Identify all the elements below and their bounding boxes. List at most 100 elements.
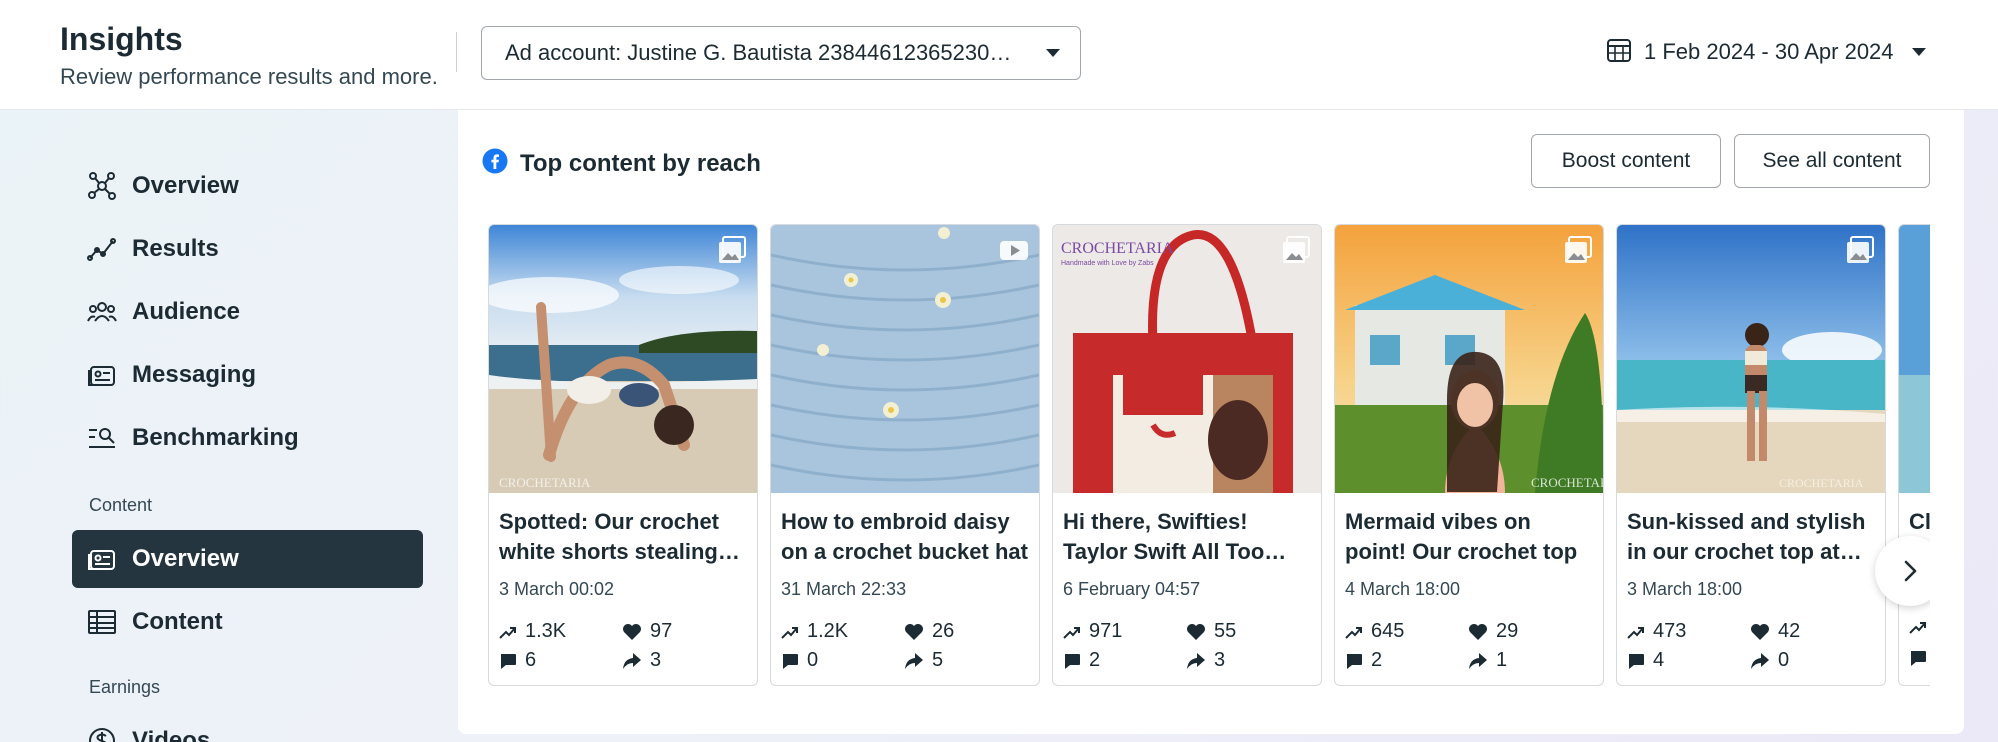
likes-value: 26 xyxy=(932,620,955,642)
post-thumbnail xyxy=(1899,225,1930,493)
sidebar-item-audience[interactable]: Audience xyxy=(72,283,423,341)
sidebar-item-label: Audience xyxy=(132,298,241,325)
post-card[interactable]: CROCHETARIA Spotted: Our crochet white s… xyxy=(488,224,758,686)
comment-icon xyxy=(783,653,798,669)
sidebar-item-results[interactable]: Results xyxy=(72,220,423,278)
card-title: Top content by reach xyxy=(520,149,761,177)
comment-icon xyxy=(1065,653,1080,669)
network-icon xyxy=(86,170,118,202)
post-date: 3 March 18:00 xyxy=(1627,579,1743,599)
sidebar-item-content[interactable]: Content xyxy=(72,593,423,651)
content-carousel: CROCHETARIA Spotted: Our crochet white s… xyxy=(488,224,1930,686)
content-overview-icon xyxy=(86,543,118,575)
share-icon xyxy=(905,652,923,669)
post-title: Hi there, Swifties! Taylor Swift All Too… xyxy=(1063,509,1265,564)
trend-line-icon xyxy=(86,233,118,265)
header-divider xyxy=(456,32,457,72)
reach-metric xyxy=(1909,620,1930,634)
sidebar-item-label: Overview xyxy=(132,172,239,199)
comments-value: 0 xyxy=(807,649,819,671)
comments-value: 2 xyxy=(1089,649,1101,671)
likes-metric: 26 xyxy=(904,620,954,643)
shares-value: 3 xyxy=(650,649,662,671)
post-thumbnail: CROCHETARIA xyxy=(1335,225,1603,493)
section-label-earnings: Earnings xyxy=(89,677,161,697)
sidebar-item-videos[interactable]: Videos xyxy=(72,712,423,742)
top-content-card: Top content by reach Boost content See a… xyxy=(458,110,1964,734)
boost-content-button[interactable]: Boost content xyxy=(1531,134,1721,188)
shares-metric: 0 xyxy=(1750,649,1789,672)
shares-value: 0 xyxy=(1778,649,1790,671)
post-card[interactable]: How to embroid daisy on a crochet bucket… xyxy=(770,224,1040,686)
date-range-picker[interactable]: 1 Feb 2024 - 30 Apr 2024 xyxy=(1606,34,1926,70)
reach-icon xyxy=(499,626,516,639)
comment-icon xyxy=(1347,653,1362,669)
share-icon xyxy=(1751,652,1769,669)
likes-metric: 55 xyxy=(1186,620,1236,643)
dollar-circle-icon xyxy=(86,725,118,742)
post-date: 31 March 22:33 xyxy=(781,579,907,599)
ad-account-value: Ad account: Justine G. Bautista 23844612… xyxy=(505,40,1012,65)
comments-metric: 2 xyxy=(1063,649,1100,672)
likes-metric: 29 xyxy=(1468,620,1518,643)
reach-value: 473 xyxy=(1653,620,1687,642)
sidebar-item-benchmarking[interactable]: Benchmarking xyxy=(72,409,423,467)
people-icon xyxy=(86,296,118,328)
thumb-brand-text: CROCHETARIA xyxy=(1061,240,1174,257)
post-card[interactable]: Cl Sp 2 I xyxy=(1898,224,1930,686)
shares-value: 1 xyxy=(1496,649,1508,671)
see-all-content-button[interactable]: See all content xyxy=(1734,134,1930,188)
reach-icon xyxy=(1909,622,1926,634)
reach-value: 645 xyxy=(1371,620,1405,642)
comments-metric: 4 xyxy=(1627,649,1664,672)
share-icon xyxy=(1187,652,1205,669)
sidebar-item-label: Videos xyxy=(132,727,211,742)
sidebar-item-content-overview[interactable]: Overview xyxy=(72,530,423,588)
top-header: Insights Review performance results and … xyxy=(0,0,1998,110)
reach-metric: 473 xyxy=(1627,620,1686,643)
thumb-brand-subtext: Handmade with Love by Zabs xyxy=(1061,260,1154,267)
post-thumbnail: CROCHETARIA xyxy=(1617,225,1885,493)
post-thumbnail: CROCHETARIA xyxy=(489,225,757,493)
photo-icon xyxy=(1845,235,1875,265)
post-card[interactable]: CROCHETARIA Handmade with Love by Zabs H… xyxy=(1052,224,1322,686)
post-thumbnail xyxy=(771,225,1039,493)
video-icon xyxy=(999,235,1029,265)
sidebar-item-messaging[interactable]: Messaging xyxy=(72,346,423,404)
post-card[interactable]: CROCHETARIA Sun-kissed and stylish in ou… xyxy=(1616,224,1886,686)
page-subtitle: Review performance results and more. xyxy=(60,64,438,89)
post-card[interactable]: CROCHETARIA Mermaid vibes on point! Our … xyxy=(1334,224,1604,686)
comments-value: 6 xyxy=(525,649,537,671)
shares-value: 3 xyxy=(1214,649,1226,671)
ad-account-select[interactable]: Ad account: Justine G. Bautista 23844612… xyxy=(481,26,1081,80)
comments-metric: 2 xyxy=(1345,649,1382,672)
chevron-down-icon xyxy=(1911,48,1926,56)
post-title: Mermaid vibes on point! Our crochet top xyxy=(1345,509,1578,564)
likes-value: 55 xyxy=(1214,620,1237,642)
thumb-watermark: CROCHETARIA xyxy=(1531,475,1603,490)
likes-value: 29 xyxy=(1496,620,1519,642)
comments-value: 2 xyxy=(1371,649,1383,671)
reach-icon xyxy=(1063,626,1080,639)
heart-icon xyxy=(1751,623,1769,640)
calendar-icon xyxy=(1606,37,1632,68)
post-title: How to embroid daisy on a crochet bucket… xyxy=(781,509,1028,564)
message-card-icon xyxy=(86,359,118,391)
comments-metric: 6 xyxy=(499,649,536,672)
sidebar-item-overview[interactable]: Overview xyxy=(72,157,423,215)
post-title: Spotted: Our crochet white shorts steali… xyxy=(499,509,720,564)
comment-icon xyxy=(1911,651,1926,666)
sidebar-item-label: Benchmarking xyxy=(132,424,299,451)
page-title: Insights xyxy=(60,21,183,57)
reach-value: 1.2K xyxy=(807,620,849,642)
shares-metric: 5 xyxy=(904,649,943,672)
post-title: Cl Sp xyxy=(1909,509,1930,534)
sidebar: Overview Results Audience Messaging Benc… xyxy=(0,111,458,742)
heart-icon xyxy=(905,623,923,640)
photo-icon xyxy=(1563,235,1593,265)
post-thumbnail: CROCHETARIA Handmade with Love by Zabs xyxy=(1053,225,1321,493)
reach-icon xyxy=(781,626,798,639)
photo-icon xyxy=(1281,235,1311,265)
reach-value: 1.3K xyxy=(525,620,567,642)
reach-metric: 971 xyxy=(1063,620,1122,643)
